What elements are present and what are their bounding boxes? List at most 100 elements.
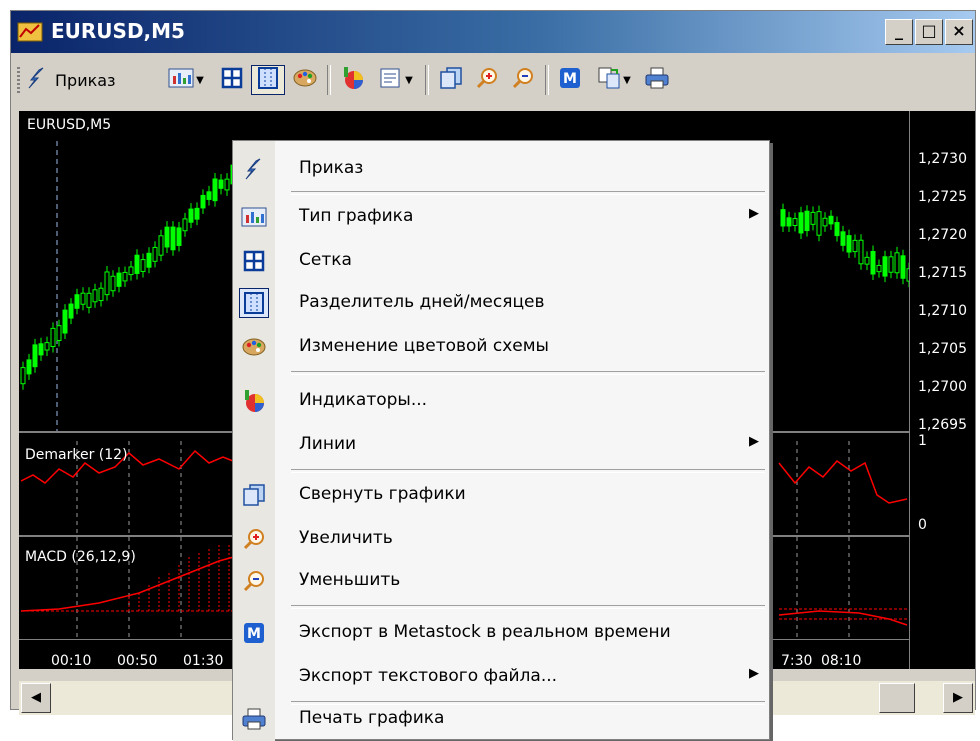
candle-body xyxy=(816,211,822,236)
scroll-thumb[interactable] xyxy=(879,683,915,713)
templates-dropdown[interactable]: ▼ xyxy=(373,65,419,95)
menu-item-zoom-in[interactable]: Увеличить xyxy=(233,519,769,559)
candle-body xyxy=(38,343,44,356)
menu-item-chart-type[interactable]: Тип графика ▶ xyxy=(233,197,769,237)
candle-body xyxy=(140,259,146,272)
zoom-in-button[interactable] xyxy=(471,65,503,95)
candle-body xyxy=(158,235,164,256)
candle-body xyxy=(828,215,834,225)
scroll-right-button[interactable]: ▶ xyxy=(943,683,973,713)
color-scheme-icon xyxy=(239,332,269,362)
price-tick: 1,2720 xyxy=(918,227,967,243)
macd-histogram xyxy=(128,543,240,611)
order-button[interactable]: Приказ xyxy=(25,65,157,95)
candle-body xyxy=(32,344,38,368)
menu-item-indicators[interactable]: Индикаторы... xyxy=(233,381,769,421)
candle-body xyxy=(176,227,182,246)
menu-item-label: Экспорт текстового файла... xyxy=(299,666,558,686)
time-tick: 00:50 xyxy=(117,653,158,669)
zoom-out-button[interactable] xyxy=(507,65,539,95)
candle-body xyxy=(62,309,68,334)
candle-body xyxy=(128,266,134,276)
zoom-out-icon xyxy=(511,66,535,94)
candle-body xyxy=(20,367,26,385)
color-scheme-icon xyxy=(292,67,318,93)
tile-windows-icon xyxy=(239,480,269,510)
menu-item-label: Разделитель дней/месяцев xyxy=(299,292,545,312)
candle-body xyxy=(182,218,188,232)
indicators-icon xyxy=(239,386,269,416)
menu-item-print-chart[interactable]: Печать графика xyxy=(233,699,769,739)
candle-body xyxy=(86,292,92,308)
candle-body xyxy=(792,218,798,226)
candle-body xyxy=(68,303,74,319)
macd-label: MACD (26,12,9) xyxy=(25,549,136,565)
menu-item-tile-charts[interactable]: Свернуть графики xyxy=(233,475,769,515)
minimize-button[interactable]: _ xyxy=(885,19,913,45)
candle-body xyxy=(822,217,828,227)
price-axis[interactable]: 1,2730 1,2725 1,2720 1,2715 1,2710 1,270… xyxy=(909,111,975,669)
candle-body xyxy=(116,272,122,287)
candle-body xyxy=(98,287,104,302)
time-tick: 08:10 xyxy=(821,653,862,669)
menu-item-period-separator[interactable]: Разделитель дней/месяцев xyxy=(233,283,769,323)
price-tick: 1,2695 xyxy=(918,417,967,433)
metastock-icon: M xyxy=(559,67,581,93)
grid-button[interactable] xyxy=(217,65,247,95)
menu-item-text-export[interactable]: Экспорт текстового файла... ▶ xyxy=(233,657,769,697)
close-button[interactable]: × xyxy=(945,19,973,45)
chevron-down-icon: ▼ xyxy=(623,74,631,86)
metastock-button[interactable]: M xyxy=(555,65,585,95)
menu-item-zoom-out[interactable]: Уменьшить xyxy=(233,561,769,601)
scroll-left-button[interactable]: ◀ xyxy=(21,683,51,713)
candle-body xyxy=(834,222,840,237)
menu-item-grid[interactable]: Сетка xyxy=(233,241,769,281)
period-separator-button[interactable] xyxy=(251,65,285,95)
order-icon xyxy=(239,154,269,184)
candle-body xyxy=(170,226,176,251)
chart-type-icon xyxy=(168,67,194,93)
candle-body xyxy=(810,211,816,225)
candle-body xyxy=(56,325,62,341)
color-scheme-button[interactable] xyxy=(289,65,321,95)
title-bar[interactable]: EURUSD,M5 _ □ × xyxy=(11,11,975,53)
menu-separator xyxy=(291,191,765,195)
chart-window-icon xyxy=(17,19,45,45)
toolbar-separator xyxy=(327,65,331,95)
candle-body xyxy=(194,207,200,220)
period-separator-icon xyxy=(239,288,269,318)
menu-item-label: Приказ xyxy=(299,158,364,178)
menu-item-label: Индикаторы... xyxy=(299,390,428,410)
export-dropdown[interactable]: ▼ xyxy=(591,65,637,95)
period-separator-icon xyxy=(257,66,279,94)
print-icon xyxy=(239,704,269,734)
print-button[interactable] xyxy=(641,65,673,95)
candle-body xyxy=(840,231,846,246)
candle-body xyxy=(92,289,98,303)
candle-body xyxy=(26,359,32,375)
chart-type-dropdown[interactable]: ▼ xyxy=(163,65,209,95)
price-tick: 1,2700 xyxy=(918,379,967,395)
menu-item-color-scheme[interactable]: Изменение цветовой схемы xyxy=(233,327,769,367)
candle-body xyxy=(104,271,110,296)
svg-text:M: M xyxy=(247,626,261,642)
candle-body xyxy=(212,178,218,202)
time-tick: 7:30 xyxy=(781,653,813,669)
price-candles xyxy=(780,203,909,288)
tile-windows-button[interactable] xyxy=(435,65,467,95)
maximize-button[interactable]: □ xyxy=(915,19,943,45)
toolbar-grip[interactable] xyxy=(17,67,20,95)
context-menu: Приказ Тип графика ▶ Сетка Разделитель д… xyxy=(232,140,770,741)
menu-separator xyxy=(291,469,765,473)
menu-item-lines[interactable]: Линии ▶ xyxy=(233,425,769,465)
candle-body xyxy=(74,294,80,309)
price-tick: 1,2705 xyxy=(918,341,967,357)
candle-body xyxy=(804,210,810,232)
export-icon xyxy=(597,66,621,94)
menu-item-order[interactable]: Приказ xyxy=(233,149,769,189)
grid-icon xyxy=(221,67,243,93)
price-candles xyxy=(20,159,236,390)
templates-icon xyxy=(379,67,403,93)
indicators-button[interactable] xyxy=(337,65,369,95)
menu-item-metastock-export[interactable]: M Экспорт в Metastock в реальном времени xyxy=(233,613,769,653)
